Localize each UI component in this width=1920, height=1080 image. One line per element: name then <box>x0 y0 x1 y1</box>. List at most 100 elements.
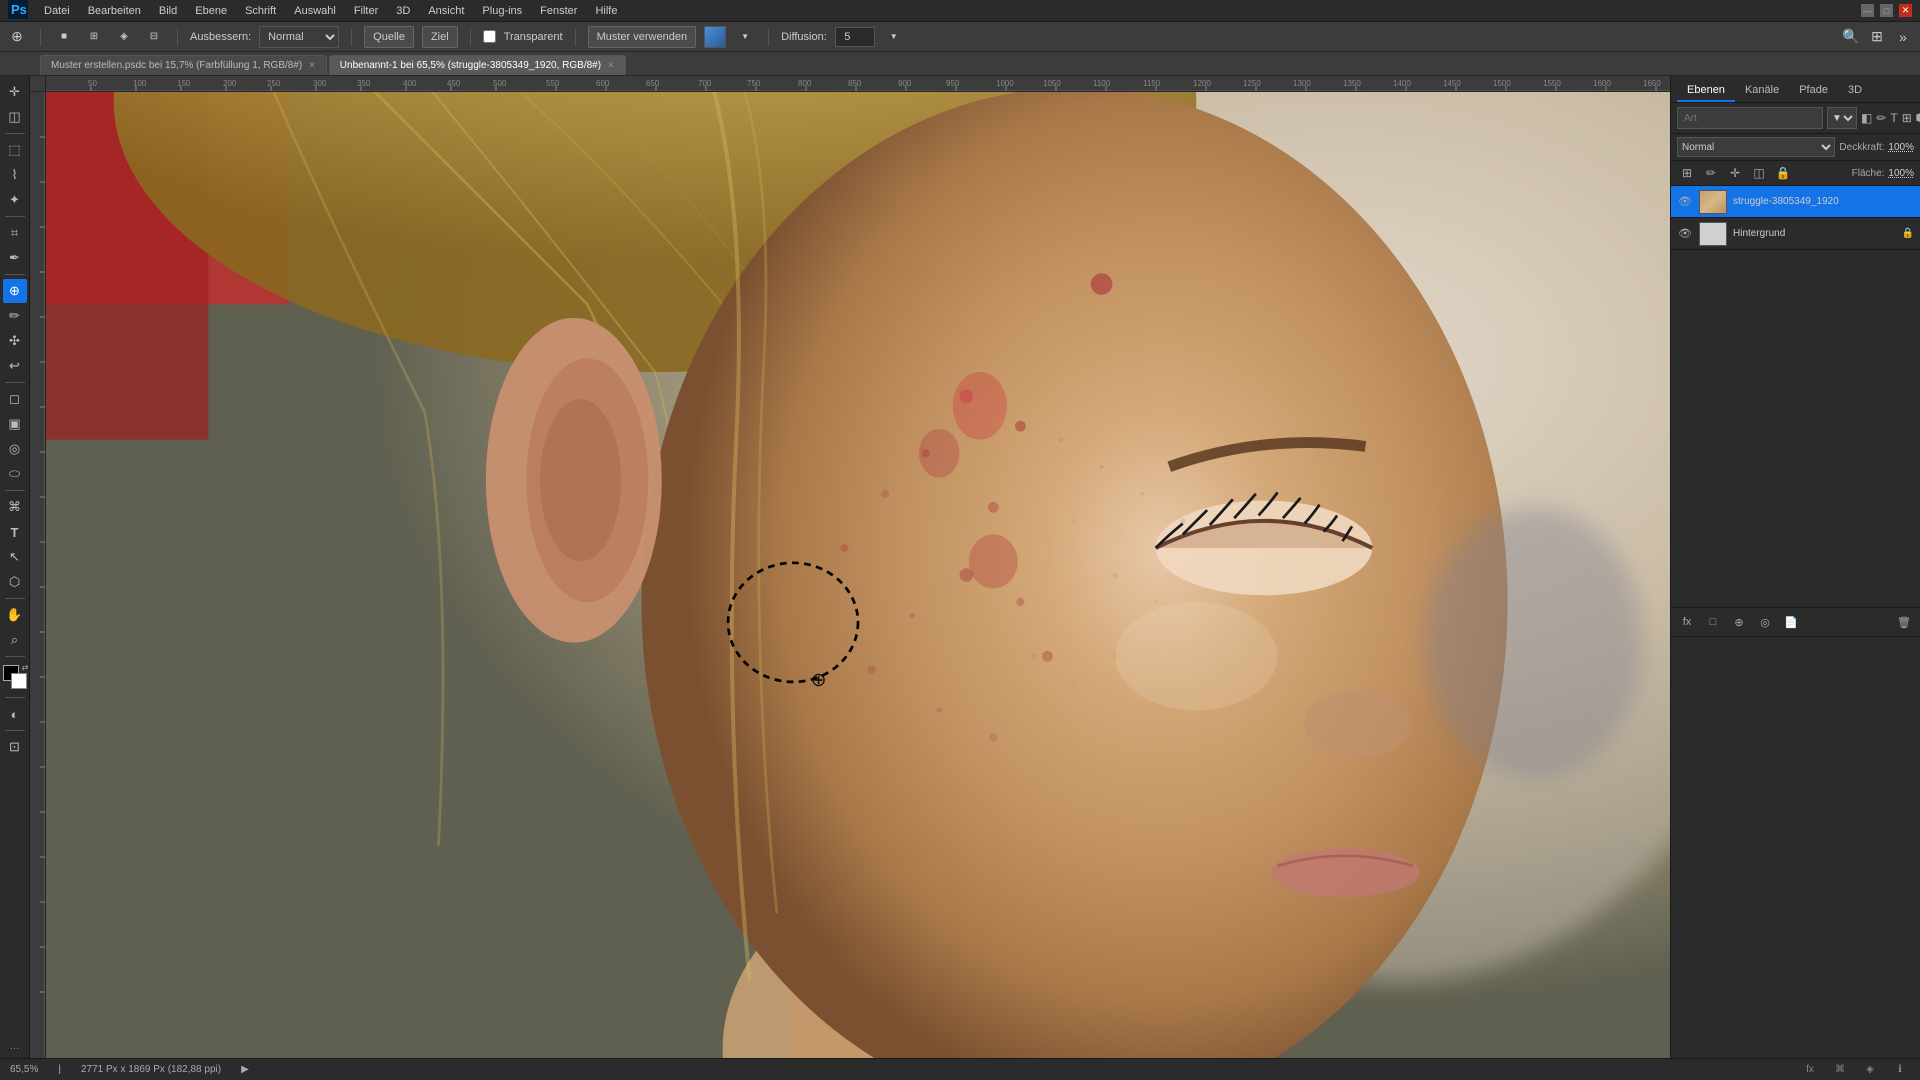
swatch-dropdown-btn[interactable]: ▼ <box>734 26 756 48</box>
tab-ebenen[interactable]: Ebenen <box>1677 80 1735 102</box>
menu-item-ansicht[interactable]: Ansicht <box>420 3 472 19</box>
crop-tool-btn[interactable]: ⌗ <box>3 221 27 245</box>
menu-item-plugins[interactable]: Plug-ins <box>474 3 530 19</box>
menu-item-bearbeiten[interactable]: Bearbeiten <box>80 3 149 19</box>
layer-search-input[interactable] <box>1677 107 1823 129</box>
transparent-checkbox[interactable] <box>483 30 496 43</box>
status-arrow[interactable]: ▶ <box>241 1064 249 1075</box>
lock-artboard-btn[interactable]: ◫ <box>1749 163 1769 183</box>
clone-source-btn[interactable]: ⊟ <box>143 26 165 48</box>
lock-position-btn[interactable]: ✛ <box>1725 163 1745 183</box>
lock-all-btn[interactable]: ⊞ <box>1677 163 1697 183</box>
close-button[interactable]: ✕ <box>1899 4 1912 17</box>
menu-item-filter[interactable]: Filter <box>346 3 386 19</box>
lock-layer-btn[interactable]: 🔒 <box>1773 163 1793 183</box>
tab-kanaele[interactable]: Kanäle <box>1735 80 1789 102</box>
extras-btn[interactable]: » <box>1892 26 1914 48</box>
change-screen-mode-btn[interactable]: ⊡ <box>3 735 27 759</box>
path-select-tool-btn[interactable]: ↖ <box>3 545 27 569</box>
brush-options-btn[interactable]: ◈ <box>113 26 135 48</box>
lock-pixels-btn[interactable]: ✏ <box>1701 163 1721 183</box>
layer-type-filter[interactable]: ▼ <box>1827 107 1857 129</box>
dodge-tool-btn[interactable]: ⬭ <box>3 462 27 486</box>
canvas-area[interactable]: // We'll use the SVG inline for ruler ma… <box>30 76 1670 1058</box>
menu-item-datei[interactable]: Datei <box>36 3 78 19</box>
tab-0-close[interactable]: ✕ <box>308 60 316 71</box>
new-group-btn[interactable]: ◎ <box>1755 612 1775 632</box>
type-tool-btn[interactable]: T <box>3 520 27 544</box>
document-tab-1[interactable]: Unbenannt-1 bei 65,5% (struggle-3805349_… <box>329 55 626 75</box>
layers-filter-btn2[interactable]: ✏ <box>1876 108 1886 128</box>
shape-tool-btn[interactable]: ⬡ <box>3 570 27 594</box>
history-brush-tool-btn[interactable]: ↩ <box>3 354 27 378</box>
tab-pfade[interactable]: Pfade <box>1789 80 1838 102</box>
clone-stamp-tool-btn[interactable]: ✣ <box>3 329 27 353</box>
eraser-tool-btn[interactable]: ◻ <box>3 387 27 411</box>
eyedropper-tool-btn[interactable]: ✒ <box>3 246 27 270</box>
toolbar-more-tools[interactable]: ··· <box>10 1043 20 1058</box>
zoom-tool-btn[interactable]: ⌕ <box>3 628 27 652</box>
layer-item-0[interactable]: 👁 struggle-3805349_1920 <box>1671 186 1920 218</box>
tab-bar: Muster erstellen.psdc bei 15,7% (Farbfül… <box>0 52 1920 76</box>
status-magic-btn[interactable]: ⌘ <box>1830 1060 1850 1080</box>
hand-tool-btn[interactable]: ✋ <box>3 603 27 627</box>
artboard-tool-btn[interactable]: ◫ <box>3 105 27 129</box>
layer-filters-btn[interactable]: fx <box>1677 612 1697 632</box>
search-icon-btn[interactable]: 🔍 <box>1840 26 1862 48</box>
status-adjust-btn[interactable]: ◈ <box>1860 1060 1880 1080</box>
lasso-tool-btn[interactable]: ⌇ <box>3 163 27 187</box>
pen-tool-btn[interactable]: ⌘ <box>3 495 27 519</box>
tab-1-close[interactable]: ✕ <box>607 60 615 71</box>
menu-item-bild[interactable]: Bild <box>151 3 185 19</box>
quick-mask-btn[interactable]: ◐ <box>3 702 27 726</box>
opacity-value[interactable]: 100% <box>1888 142 1914 153</box>
swap-colors-icon[interactable]: ⇄ <box>22 663 29 672</box>
gradient-tool-btn[interactable]: ▣ <box>3 412 27 436</box>
arrange-docs-btn[interactable]: ⊞ <box>1866 26 1888 48</box>
muster-verwenden-btn[interactable]: Muster verwenden <box>588 26 697 48</box>
layer-mask-btn[interactable]: □ <box>1703 612 1723 632</box>
move-tool-btn[interactable]: ✛ <box>3 80 27 104</box>
layers-filter-btn3[interactable]: T <box>1890 108 1897 128</box>
layer-1-visibility-icon[interactable]: 👁 <box>1677 226 1693 242</box>
blur-tool-btn[interactable]: ◎ <box>3 437 27 461</box>
layer-0-visibility-icon[interactable]: 👁 <box>1677 194 1693 210</box>
foreground-background-colors[interactable]: ⇄ <box>3 665 27 689</box>
layers-filter-btn1[interactable]: ◧ <box>1861 108 1872 128</box>
select-tool-btn[interactable]: ⬚ <box>3 138 27 162</box>
layers-filter-btn5[interactable]: ⭓ <box>1916 108 1920 128</box>
healing-brush-tool-btn[interactable]: ⊕ <box>3 279 27 303</box>
menu-item-3d[interactable]: 3D <box>388 3 418 19</box>
status-info-btn[interactable]: ℹ <box>1890 1060 1910 1080</box>
source-radio-btn[interactable]: Quelle <box>364 26 414 48</box>
minimize-button[interactable]: — <box>1861 4 1874 17</box>
menu-item-auswahl[interactable]: Auswahl <box>286 3 344 19</box>
tab-3d[interactable]: 3D <box>1838 80 1872 102</box>
layer-item-1[interactable]: 👁 Hintergrund 🔒 <box>1671 218 1920 250</box>
background-color[interactable] <box>11 673 27 689</box>
source-sample-btn[interactable]: ■ <box>53 26 75 48</box>
mode-select[interactable]: Normal <box>259 26 339 48</box>
tool-options-icon[interactable]: ⊕ <box>6 26 28 48</box>
new-layer-btn[interactable]: 📄 <box>1781 612 1801 632</box>
dest-radio-btn[interactable]: Ziel <box>422 26 458 48</box>
menu-item-fenster[interactable]: Fenster <box>532 3 585 19</box>
diffusion-dropdown[interactable]: ▼ <box>883 26 905 48</box>
diffusion-input[interactable] <box>835 27 875 47</box>
document-tab-0[interactable]: Muster erstellen.psdc bei 15,7% (Farbfül… <box>40 55 327 75</box>
maximize-button[interactable]: □ <box>1880 4 1893 17</box>
menu-item-ebene[interactable]: Ebene <box>187 3 235 19</box>
magic-wand-tool-btn[interactable]: ✦ <box>3 188 27 212</box>
blend-mode-select[interactable]: Normal <box>1677 137 1835 157</box>
new-adjustment-layer-btn[interactable]: ⊕ <box>1729 612 1749 632</box>
menu-item-schrift[interactable]: Schrift <box>237 3 284 19</box>
delete-layer-btn[interactable]: 🗑 <box>1894 612 1914 632</box>
fill-value[interactable]: 100% <box>1888 168 1914 179</box>
color-swatch[interactable] <box>704 26 726 48</box>
canvas-viewport[interactable]: ⊕ <box>46 92 1670 1058</box>
brush-tool-btn[interactable]: ✏ <box>3 304 27 328</box>
menu-item-hilfe[interactable]: Hilfe <box>587 3 625 19</box>
layers-filter-btn4[interactable]: ⊞ <box>1902 108 1912 128</box>
status-fx-btn[interactable]: fx <box>1800 1060 1820 1080</box>
brush-settings-btn[interactable]: ⊞ <box>83 26 105 48</box>
